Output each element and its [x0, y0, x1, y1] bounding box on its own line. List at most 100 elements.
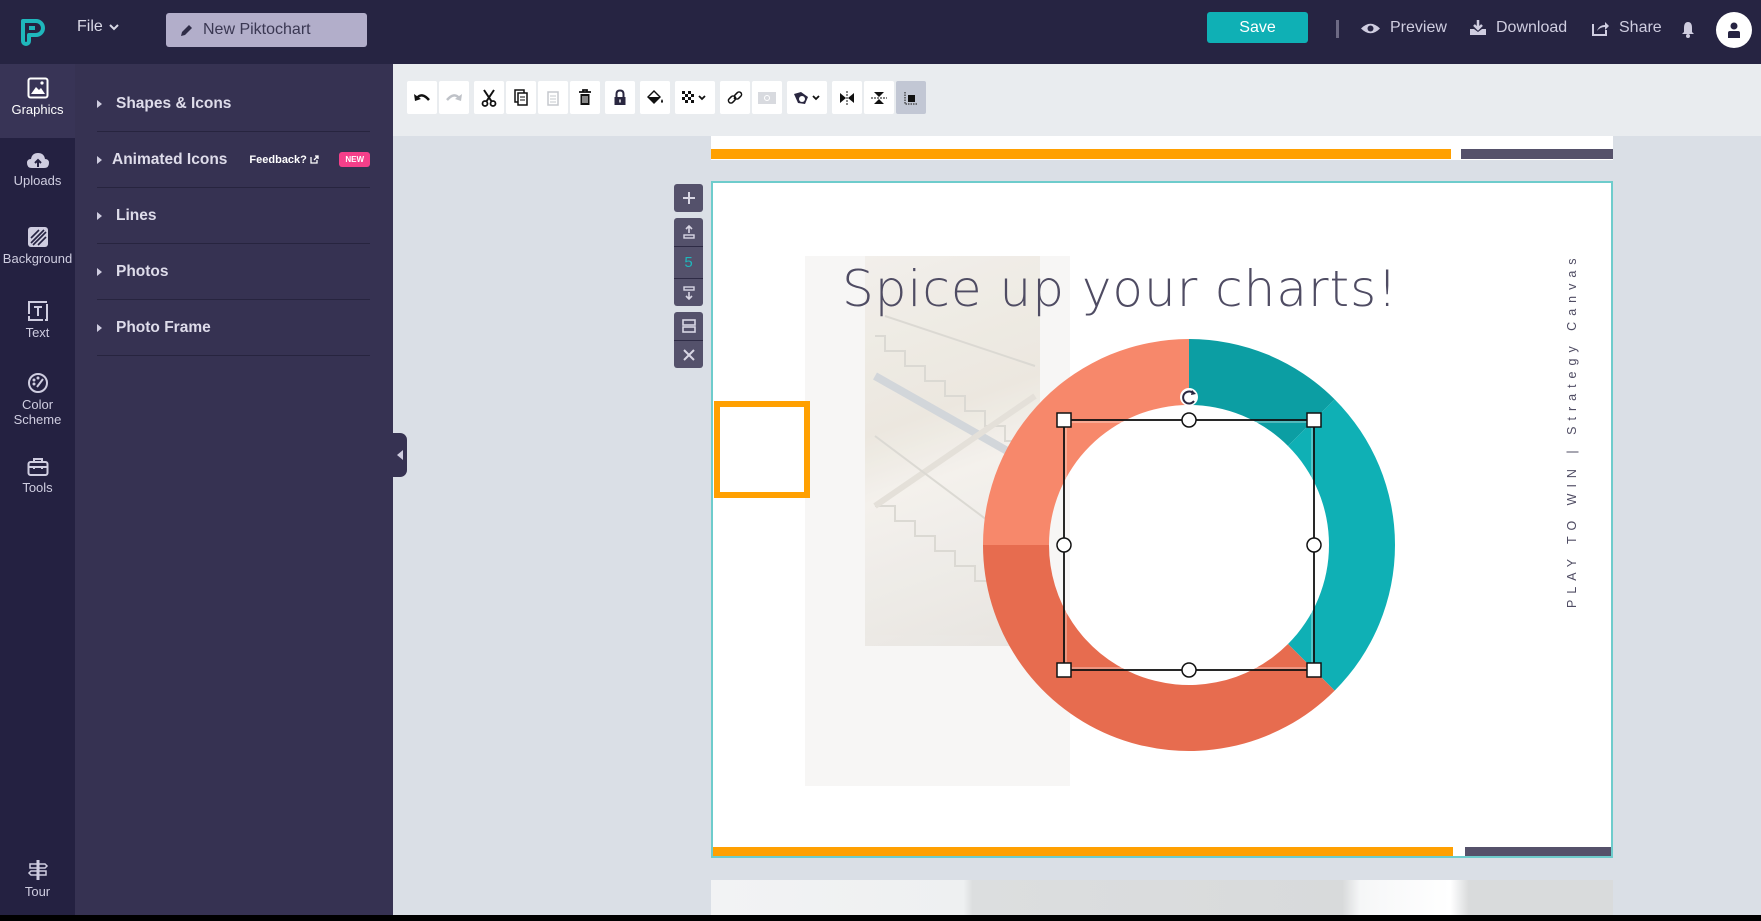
- resize-handle-top-left[interactable]: [1056, 412, 1072, 428]
- panel-item-animated-icons[interactable]: Animated Icons Feedback? NEW: [97, 132, 370, 188]
- duplicate-page-button[interactable]: [674, 312, 703, 340]
- scissors-icon: [481, 88, 497, 107]
- feedback-label: Feedback?: [249, 153, 307, 166]
- pencil-icon: [181, 24, 192, 36]
- move-down-icon: [682, 285, 695, 300]
- rotate-handle[interactable]: [1180, 388, 1198, 406]
- rail-label: Tour: [24, 884, 51, 899]
- user-avatar[interactable]: [1716, 12, 1752, 48]
- panel-item-label: Shapes & Icons: [116, 94, 232, 112]
- download-label: Download: [1496, 19, 1568, 36]
- flip-vertical-button[interactable]: [864, 81, 894, 114]
- element-toolbar: [407, 81, 928, 114]
- lock-button[interactable]: [605, 81, 635, 114]
- resize-handle-bottom-right[interactable]: [1306, 662, 1322, 678]
- panel-item-label: Lines: [116, 206, 157, 224]
- paste-button[interactable]: [538, 81, 568, 114]
- save-button[interactable]: Save: [1207, 12, 1308, 43]
- copy-button[interactable]: [506, 81, 536, 114]
- previous-page[interactable]: [711, 136, 1613, 160]
- redo-button[interactable]: [439, 81, 469, 114]
- panel-item-lines[interactable]: Lines: [97, 188, 370, 244]
- cloud-upload-icon: [26, 153, 49, 168]
- page-controls: 5: [674, 184, 703, 374]
- file-menu[interactable]: File: [77, 18, 119, 36]
- share-icon: [1592, 22, 1609, 36]
- external-link-icon: [310, 155, 319, 164]
- link-icon: [727, 90, 743, 104]
- document-title: New Piktochart: [203, 21, 311, 38]
- arrange-icon: [904, 91, 918, 104]
- frame-button[interactable]: [752, 81, 782, 114]
- share-button[interactable]: Share: [1592, 19, 1662, 37]
- resize-handle-top-right[interactable]: [1306, 412, 1322, 428]
- add-page-button[interactable]: [674, 184, 703, 212]
- move-page-down-button[interactable]: [674, 278, 703, 306]
- undo-button[interactable]: [407, 81, 437, 114]
- flip-vertical-icon: [871, 91, 887, 104]
- delete-button[interactable]: [570, 81, 600, 114]
- piktochart-logo[interactable]: [18, 16, 48, 46]
- rail-item-background[interactable]: Background: [0, 226, 75, 266]
- new-badge: NEW: [339, 152, 370, 167]
- rail-label: Graphics: [11, 102, 64, 117]
- bell-icon[interactable]: [1681, 21, 1695, 38]
- panel-item-photos[interactable]: Photos: [97, 244, 370, 300]
- resize-handle-bottom[interactable]: [1181, 662, 1197, 678]
- flip-horizontal-button[interactable]: [832, 81, 862, 114]
- document-title-field[interactable]: New Piktochart: [166, 13, 367, 47]
- rail-item-tour[interactable]: Tour: [0, 859, 75, 899]
- rail-item-color-scheme[interactable]: Color Scheme: [0, 372, 75, 427]
- copy-icon: [514, 89, 528, 106]
- download-icon: [1470, 20, 1486, 35]
- donut-segment-3[interactable]: [983, 545, 1335, 752]
- donut-segment-2[interactable]: [1287, 399, 1395, 691]
- selection-box: [1063, 419, 1315, 671]
- delete-page-button[interactable]: [674, 340, 703, 368]
- palette-icon: [27, 373, 48, 393]
- link-button[interactable]: [720, 81, 750, 114]
- transparency-dropdown[interactable]: [675, 81, 715, 114]
- resize-handle-left[interactable]: [1056, 537, 1072, 553]
- divider: [1336, 20, 1339, 38]
- panel-item-photo-frame[interactable]: Photo Frame: [97, 300, 370, 356]
- left-icon-rail: Graphics Uploads Background Text Color S…: [0, 64, 75, 921]
- user-icon: [1728, 22, 1740, 38]
- donut-segment-4[interactable]: [983, 339, 1189, 545]
- move-page-up-button[interactable]: [674, 218, 703, 246]
- chevron-down-icon: [109, 23, 119, 30]
- close-icon: [682, 348, 695, 361]
- panel-item-shapes-icons[interactable]: Shapes & Icons: [97, 76, 370, 132]
- top-bar: File New Piktochart Save Preview Downloa…: [0, 0, 1761, 64]
- rail-label: Uploads: [13, 173, 62, 188]
- duplicate-icon: [681, 319, 696, 333]
- rail-item-text[interactable]: Text: [0, 300, 75, 340]
- rail-label: Background: [2, 251, 73, 266]
- dark-footer-bar: [1461, 149, 1613, 159]
- resize-handle-bottom-left[interactable]: [1056, 662, 1072, 678]
- plus-icon: [682, 192, 695, 204]
- mask-dropdown[interactable]: [787, 81, 827, 114]
- donut-chart[interactable]: [713, 183, 1613, 858]
- taskbar-strip: [0, 915, 1761, 921]
- mask-icon: [794, 91, 820, 104]
- toolbox-icon: [27, 458, 48, 476]
- feedback-link[interactable]: Feedback?: [249, 153, 319, 166]
- resize-handle-right[interactable]: [1306, 537, 1322, 553]
- arrange-button[interactable]: [896, 81, 926, 114]
- preview-button[interactable]: Preview: [1360, 19, 1447, 37]
- rail-item-uploads[interactable]: Uploads: [0, 152, 75, 188]
- frame-icon: [758, 91, 776, 104]
- resize-handle-top[interactable]: [1181, 412, 1197, 428]
- collapse-panel-button[interactable]: [393, 433, 407, 477]
- cut-button[interactable]: [474, 81, 504, 114]
- panel-item-label: Photos: [116, 262, 169, 280]
- orange-footer-bar: [713, 847, 1453, 856]
- rail-item-graphics[interactable]: Graphics: [0, 64, 75, 138]
- clipboard-icon: [547, 90, 559, 106]
- graphics-panel: Shapes & Icons Animated Icons Feedback? …: [75, 64, 393, 921]
- rail-item-tools[interactable]: Tools: [0, 457, 75, 495]
- canvas-page[interactable]: Spice up your charts! PLAY TO WIN | Stra…: [711, 181, 1613, 858]
- fill-color-button[interactable]: [640, 81, 670, 114]
- download-button[interactable]: Download: [1469, 19, 1567, 37]
